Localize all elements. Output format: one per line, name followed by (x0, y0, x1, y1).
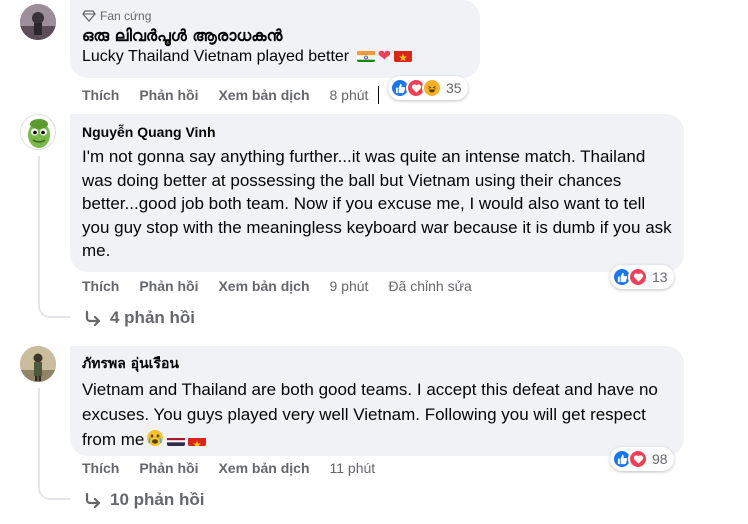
view-replies-button[interactable]: 4 phản hồi (84, 308, 195, 328)
comment-author[interactable]: ภัทรพล อุ่นเรือน (82, 354, 672, 374)
reply-arrow-icon (85, 492, 101, 508)
comment-bubble: Nguyễn Quang Vinh I'm not gonna say anyt… (70, 114, 684, 272)
crying-face-icon (146, 429, 164, 454)
edited-label[interactable]: Đã chỉnh sửa (388, 278, 471, 294)
india-flag-icon (356, 49, 375, 62)
fan-badge: Fan cứng (82, 8, 468, 24)
badge-label: Fan cứng (100, 9, 152, 23)
view-replies-button[interactable]: 10 phản hồi (84, 490, 204, 510)
vietnam-flag-icon (394, 49, 412, 62)
like-button[interactable]: Thích (82, 87, 119, 103)
heart-icon: ❤ (377, 48, 391, 65)
text-cursor (378, 86, 379, 104)
haha-icon (422, 78, 442, 98)
comment-text: I'm not gonna say anything further...it … (82, 147, 672, 260)
replies-count: 4 phản hồi (110, 308, 195, 327)
timestamp[interactable]: 11 phút (330, 460, 376, 476)
timestamp[interactable]: 9 phút (330, 278, 369, 294)
replies-count: 10 phản hồi (110, 490, 205, 509)
reaction-summary[interactable]: 98 (610, 447, 674, 471)
comment-bubble: ภัทรพล อุ่นเรือน Vietnam and Thailand ar… (70, 346, 684, 456)
timestamp[interactable]: 8 phút (330, 87, 369, 103)
reaction-summary[interactable]: 35 (388, 76, 468, 100)
comment-bubble: Fan cứng ഒരു ലിവർപൂൾ ആരാധകൻ Lucky Thaila… (70, 0, 480, 78)
reaction-count: 35 (446, 80, 462, 96)
comment-author[interactable]: Nguyễn Quang Vinh (82, 122, 672, 142)
comment-text-body: Lucky Thailand Vietnam played better (82, 48, 350, 65)
thread-line (38, 156, 70, 318)
love-icon (628, 449, 648, 469)
translate-button[interactable]: Xem bản dịch (218, 87, 309, 103)
avatar[interactable] (20, 114, 56, 150)
comment-actions: Thích Phản hồi Xem bản dịch 11 phút (82, 460, 395, 476)
reply-button[interactable]: Phản hồi (139, 460, 198, 476)
reaction-summary[interactable]: 13 (610, 265, 674, 289)
thailand-flag-icon (167, 433, 186, 446)
vietnam-flag-icon (188, 433, 207, 446)
comment-text: Lucky Thailand Vietnam played better ❤ (82, 46, 468, 68)
like-button[interactable]: Thích (82, 278, 119, 294)
thread-line (38, 388, 70, 500)
reaction-count: 98 (652, 451, 668, 467)
comment-author[interactable]: ഒരു ലിവർപൂൾ ആരാധകൻ (82, 26, 468, 46)
translate-button[interactable]: Xem bản dịch (218, 460, 309, 476)
reaction-count: 13 (652, 269, 668, 285)
like-button[interactable]: Thích (82, 460, 119, 476)
reply-button[interactable]: Phản hồi (139, 87, 198, 103)
avatar[interactable] (20, 4, 56, 40)
reply-arrow-icon (85, 310, 101, 326)
diamond-icon (82, 10, 96, 22)
comment-actions: Thích Phản hồi Xem bản dịch 8 phút (82, 87, 388, 103)
avatar[interactable] (20, 346, 56, 382)
comment-text: Vietnam and Thailand are both good teams… (82, 377, 672, 454)
translate-button[interactable]: Xem bản dịch (218, 278, 309, 294)
comment-actions: Thích Phản hồi Xem bản dịch 9 phút Đã ch… (82, 278, 472, 294)
love-icon (628, 267, 648, 287)
reply-button[interactable]: Phản hồi (139, 278, 198, 294)
